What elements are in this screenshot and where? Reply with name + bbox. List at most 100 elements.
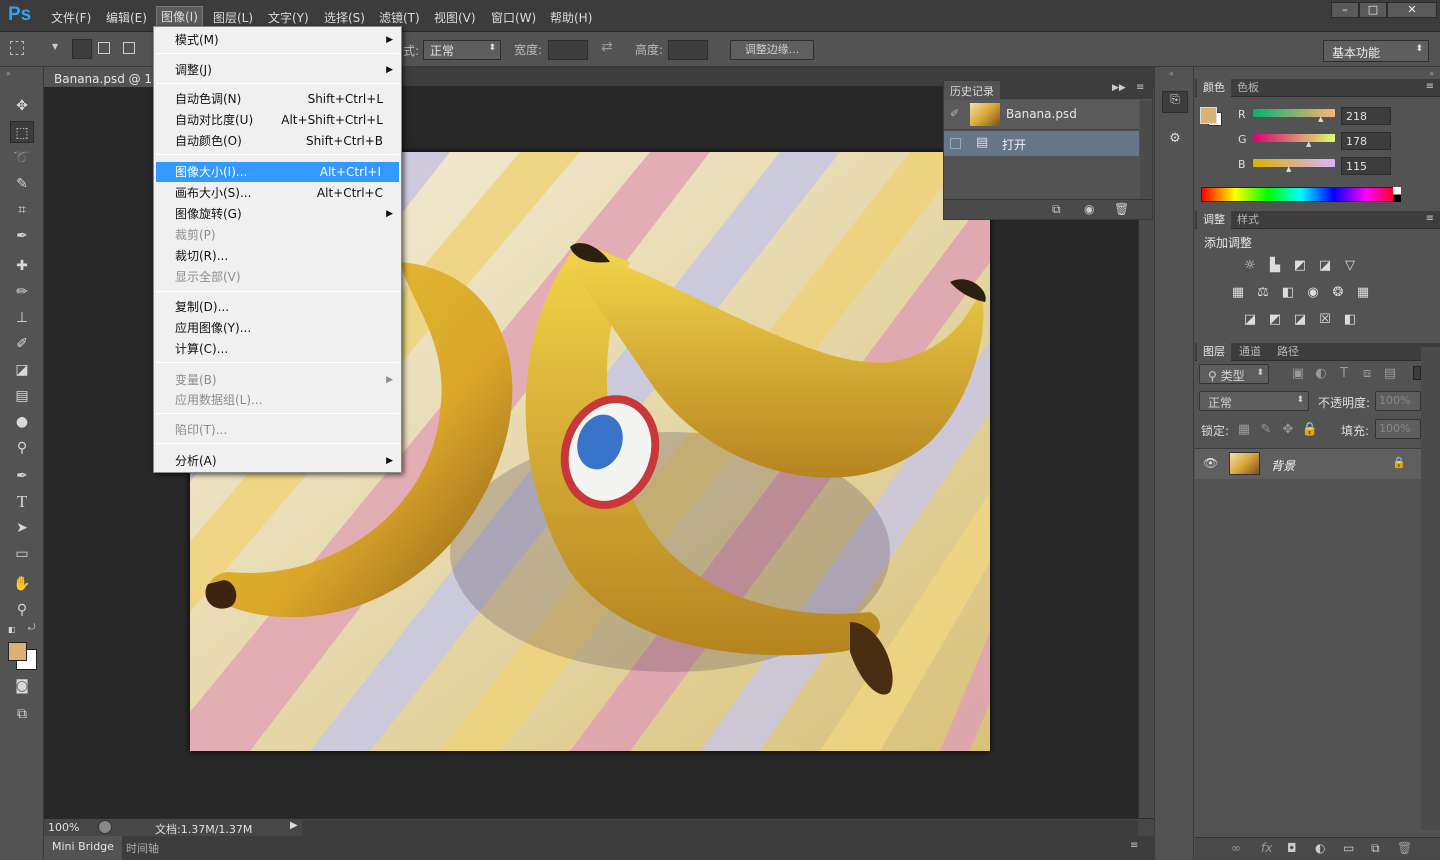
crop-tool-icon[interactable]: ⌗ xyxy=(10,199,34,221)
link-layers-icon[interactable]: ∞ xyxy=(1231,841,1241,855)
layers-scrollbar[interactable] xyxy=(1421,347,1440,830)
curves-icon[interactable]: ◩ xyxy=(1291,258,1309,274)
subtract-selection-icon[interactable] xyxy=(123,42,135,54)
lock-transparent-icon[interactable]: ▦ xyxy=(1235,422,1253,438)
black-white-icon[interactable]: ◧ xyxy=(1279,285,1297,301)
filter-shape-icon[interactable]: ⧈ xyxy=(1358,366,1376,382)
menu-item-auto-contrast[interactable]: 自动对比度(U) Alt+Shift+Ctrl+L xyxy=(154,110,401,130)
collapse-icon[interactable]: » xyxy=(1429,69,1434,78)
zoom-level[interactable]: 100% xyxy=(48,821,79,834)
g-slider[interactable] xyxy=(1253,134,1335,142)
new-selection-icon[interactable] xyxy=(72,39,92,59)
refine-edge-button[interactable]: 调整边缘... xyxy=(730,40,814,60)
r-value-input[interactable]: 218 xyxy=(1341,107,1391,125)
tab-channels[interactable]: 通道 xyxy=(1233,343,1267,361)
menu-item-auto-tone[interactable]: 自动色调(N) Shift+Ctrl+L xyxy=(154,89,401,109)
menu-item-image-size[interactable]: 图像大小(I)... Alt+Ctrl+I xyxy=(156,162,399,182)
style-select[interactable]: 正常 ⬍ xyxy=(423,40,501,60)
width-input[interactable] xyxy=(548,40,588,60)
lock-all-icon[interactable]: 🔒 xyxy=(1301,422,1319,438)
menu-filter[interactable]: 滤镜(T) xyxy=(379,9,420,26)
quick-mask-icon[interactable]: ◙ xyxy=(10,675,34,697)
status-info-icon[interactable] xyxy=(98,820,112,834)
horizontal-scrollbar[interactable] xyxy=(302,820,1138,836)
menu-item-canvas-size[interactable]: 画布大小(S)... Alt+Ctrl+C xyxy=(154,183,401,203)
opacity-input[interactable]: 100% xyxy=(1375,391,1421,411)
marquee-preset-icon[interactable] xyxy=(10,41,24,55)
blur-tool-icon[interactable]: ● xyxy=(10,411,34,433)
threshold-icon[interactable]: ◪ xyxy=(1291,312,1309,328)
menu-view[interactable]: 视图(V) xyxy=(434,9,476,26)
black-white-ramp[interactable] xyxy=(1393,187,1401,202)
color-lookup-icon[interactable]: ▦ xyxy=(1354,285,1372,301)
eye-icon[interactable]: 👁 xyxy=(1203,456,1218,470)
trash-icon[interactable]: 🗑 xyxy=(1397,841,1412,855)
default-colors-icon[interactable]: ◧ xyxy=(8,625,16,634)
layer-name[interactable]: 背景 xyxy=(1271,457,1295,474)
history-step[interactable]: ▤ 打开 xyxy=(944,131,1139,156)
trash-icon[interactable]: 🗑 xyxy=(1114,202,1129,216)
history-brush-checkbox[interactable] xyxy=(950,138,961,149)
zoom-tool-icon[interactable]: ⚲ xyxy=(10,599,34,621)
menu-item-duplicate[interactable]: 复制(D)... xyxy=(154,297,401,317)
filter-pixel-icon[interactable]: ▣ xyxy=(1289,366,1307,382)
color-balance-icon[interactable]: ⚖ xyxy=(1254,285,1272,301)
tab-styles[interactable]: 样式 xyxy=(1231,211,1265,229)
tab-swatches[interactable]: 色板 xyxy=(1231,79,1265,97)
filter-toggle[interactable] xyxy=(1413,366,1421,380)
marquee-tool-icon[interactable]: ⬚ xyxy=(10,121,34,143)
selective-color-icon[interactable]: ◧ xyxy=(1341,312,1359,328)
collapse-icon[interactable]: « xyxy=(1169,69,1174,78)
eraser-tool-icon[interactable]: ◪ xyxy=(10,359,34,381)
gradient-tool-icon[interactable]: ▤ xyxy=(10,385,34,407)
close-button[interactable]: ✕ xyxy=(1387,2,1437,18)
collapse-icon[interactable]: » xyxy=(6,69,11,78)
pen-tool-icon[interactable]: ✒ xyxy=(10,465,34,487)
menu-item-apply-image[interactable]: 应用图像(Y)... xyxy=(154,318,401,338)
menu-image[interactable]: 图像(I) xyxy=(156,6,203,27)
history-snapshot[interactable]: ✐ Banana.psd xyxy=(944,100,1139,130)
color-ramp[interactable] xyxy=(1201,187,1400,202)
layer-filter-select[interactable]: ⚲ 类型 ⬍ xyxy=(1199,364,1269,384)
eyedropper-tool-icon[interactable]: ✒ xyxy=(10,225,34,247)
swap-icon[interactable]: ⇄ xyxy=(601,39,613,55)
filter-type-icon[interactable]: T xyxy=(1335,366,1353,382)
history-scrollbar[interactable] xyxy=(1140,100,1152,200)
type-tool-icon[interactable]: T xyxy=(10,491,34,513)
collapse-icon[interactable]: ▶▶ xyxy=(1112,83,1126,93)
fx-icon[interactable]: fx xyxy=(1261,841,1272,855)
foreground-color-swatch[interactable] xyxy=(8,642,27,661)
status-menu-arrow-icon[interactable]: ▶ xyxy=(290,820,298,831)
add-selection-icon[interactable] xyxy=(98,42,110,54)
document-tab[interactable]: Banana.psd @ 100% (背景, RGB/8) xyxy=(44,67,156,87)
filter-smart-object-icon[interactable]: ▤ xyxy=(1381,366,1399,382)
menu-type[interactable]: 文字(Y) xyxy=(268,9,309,26)
workspace-select[interactable]: 基本功能 ⬍ xyxy=(1323,40,1429,62)
menu-item-mode[interactable]: 模式(M) ▶ xyxy=(154,30,401,50)
menu-window[interactable]: 窗口(W) xyxy=(491,9,536,26)
menu-item-auto-color[interactable]: 自动颜色(O) Shift+Ctrl+B xyxy=(154,131,401,151)
blend-mode-select[interactable]: 正常 ⬍ xyxy=(1199,391,1309,411)
height-input[interactable] xyxy=(668,40,708,60)
new-document-icon[interactable]: ⧉ xyxy=(1052,202,1061,217)
g-value-input[interactable]: 178 xyxy=(1341,132,1391,150)
clone-stamp-tool-icon[interactable]: ⊥ xyxy=(10,307,34,329)
menu-file[interactable]: 文件(F) xyxy=(51,9,91,26)
menu-item-image-rotation[interactable]: 图像旋转(G) ▶ xyxy=(154,204,401,224)
camera-icon[interactable]: ◉ xyxy=(1084,202,1094,216)
add-mask-icon[interactable]: ◘ xyxy=(1287,841,1297,855)
brush-tool-icon[interactable]: ✏ xyxy=(10,281,34,303)
new-adjustment-layer-icon[interactable]: ◐ xyxy=(1315,841,1325,855)
preset-dropdown-icon[interactable]: ▼ xyxy=(52,42,58,51)
slider-thumb-icon[interactable]: ▲ xyxy=(1306,140,1311,148)
tab-paths[interactable]: 路径 xyxy=(1271,343,1305,361)
maximize-button[interactable]: □ xyxy=(1359,2,1387,18)
menu-item-trim[interactable]: 裁切(R)... xyxy=(154,246,401,266)
layer-row[interactable]: 👁 背景 🔒 xyxy=(1195,449,1421,479)
lock-position-icon[interactable]: ✥ xyxy=(1279,422,1297,438)
levels-icon[interactable]: ▙ xyxy=(1266,258,1284,274)
tab-history[interactable]: 历史记录 xyxy=(944,81,1000,99)
history-brush-tool-icon[interactable]: ✐ xyxy=(10,333,34,355)
minimize-button[interactable]: – xyxy=(1331,2,1359,18)
channel-mixer-icon[interactable]: ❂ xyxy=(1329,285,1347,301)
